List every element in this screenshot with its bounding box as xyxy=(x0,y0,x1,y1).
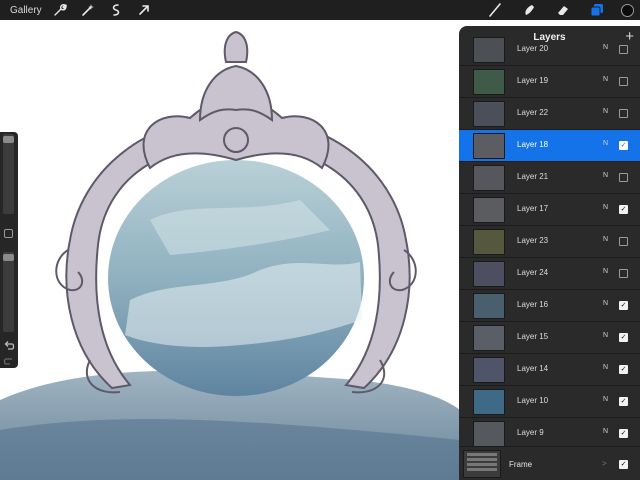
layer-blend-mode[interactable]: N xyxy=(603,396,608,403)
layer-blend-mode[interactable]: N xyxy=(603,268,608,275)
selection-icon[interactable] xyxy=(106,0,126,20)
layer-blend-mode[interactable]: N xyxy=(603,332,608,339)
layer-thumbnail xyxy=(473,389,505,415)
left-sidebar xyxy=(0,132,18,368)
layer-blend-mode[interactable]: N xyxy=(603,140,608,147)
chevron-right-icon[interactable]: > xyxy=(602,459,607,468)
layer-name: Layer 10 xyxy=(517,396,549,405)
layer-visibility-checkbox[interactable] xyxy=(619,77,628,86)
layers-panel: Layer 20 N Layer 19 N Layer 22 N Layer 18 N ✓ Lay… xyxy=(459,26,640,480)
layer-thumbnail xyxy=(473,165,505,191)
transform-icon[interactable] xyxy=(134,0,154,20)
layer-visibility-checkbox[interactable]: ✓ xyxy=(619,397,628,406)
layer-row[interactable]: Layer 24 N xyxy=(459,258,640,290)
layer-name: Layer 16 xyxy=(517,300,549,309)
layer-row[interactable]: Layer 14 N ✓ xyxy=(459,354,640,386)
layer-visibility-checkbox[interactable]: ✓ xyxy=(619,365,628,374)
layer-visibility-checkbox[interactable]: ✓ xyxy=(619,301,628,310)
brush-size-thumb[interactable] xyxy=(3,136,14,143)
layer-visibility-checkbox[interactable]: ✓ xyxy=(619,141,628,150)
layers-icon[interactable] xyxy=(587,0,607,20)
eraser-icon[interactable] xyxy=(553,0,573,20)
smudge-icon[interactable] xyxy=(519,0,539,20)
layer-visibility-checkbox[interactable]: ✓ xyxy=(619,205,628,214)
layer-name: Layer 14 xyxy=(517,364,549,373)
layer-group-frame[interactable]: Frame > ✓ xyxy=(459,446,640,480)
layer-thumbnail xyxy=(473,325,505,351)
layer-thumbnail xyxy=(473,133,505,159)
layer-name: Layer 15 xyxy=(517,332,549,341)
layer-row[interactable]: Layer 17 N ✓ xyxy=(459,194,640,226)
layer-row[interactable]: Layer 16 N ✓ xyxy=(459,290,640,322)
layer-blend-mode[interactable]: N xyxy=(603,44,608,51)
modify-button[interactable] xyxy=(4,229,13,238)
layer-name: Layer 24 xyxy=(517,268,549,277)
layer-blend-mode[interactable]: N xyxy=(603,236,608,243)
layer-list: Layer 20 N Layer 19 N Layer 22 N Layer 18 N ✓ Lay… xyxy=(459,34,640,450)
layer-row[interactable]: Layer 15 N ✓ xyxy=(459,322,640,354)
color-swatch[interactable] xyxy=(621,3,634,17)
layer-name: Layer 18 xyxy=(517,140,549,149)
layer-name: Layer 23 xyxy=(517,236,549,245)
layer-blend-mode[interactable]: N xyxy=(603,428,608,435)
layer-visibility-checkbox[interactable] xyxy=(619,45,628,54)
layer-thumbnail xyxy=(473,421,505,447)
layer-row[interactable]: Layer 23 N xyxy=(459,226,640,258)
frame-group-name: Frame xyxy=(509,460,533,469)
magic-wand-icon[interactable] xyxy=(78,0,98,20)
layer-thumbnail xyxy=(473,293,505,319)
layer-visibility-checkbox[interactable] xyxy=(619,173,628,182)
layer-visibility-checkbox[interactable]: ✓ xyxy=(619,333,628,342)
layer-thumbnail xyxy=(473,261,505,287)
layer-name: Layer 19 xyxy=(517,76,549,85)
layer-thumbnail xyxy=(473,101,505,127)
layer-row[interactable]: Layer 21 N xyxy=(459,162,640,194)
layer-thumbnail xyxy=(473,69,505,95)
redo-icon[interactable] xyxy=(3,356,15,366)
undo-icon[interactable] xyxy=(3,340,15,352)
layer-visibility-checkbox[interactable] xyxy=(619,237,628,246)
layer-thumbnail xyxy=(473,357,505,383)
brush-size-slider[interactable] xyxy=(3,134,14,214)
layer-row[interactable]: Layer 10 N ✓ xyxy=(459,386,640,418)
layer-blend-mode[interactable]: N xyxy=(603,108,608,115)
layer-visibility-checkbox[interactable]: ✓ xyxy=(619,429,628,438)
layer-thumbnail xyxy=(473,229,505,255)
layer-name: Layer 20 xyxy=(517,44,549,53)
layer-blend-mode[interactable]: N xyxy=(603,364,608,371)
gallery-button[interactable]: Gallery xyxy=(0,5,50,16)
frame-visibility-checkbox[interactable]: ✓ xyxy=(619,460,628,469)
brush-icon[interactable] xyxy=(485,0,505,20)
layer-blend-mode[interactable]: N xyxy=(603,300,608,307)
layer-visibility-checkbox[interactable] xyxy=(619,109,628,118)
layer-blend-mode[interactable]: N xyxy=(603,76,608,83)
layer-row[interactable]: Layer 19 N xyxy=(459,66,640,98)
top-toolbar: Gallery xyxy=(0,0,640,20)
layer-name: Layer 22 xyxy=(517,108,549,117)
layer-name: Layer 17 xyxy=(517,204,549,213)
brush-opacity-slider[interactable] xyxy=(3,252,14,332)
wrench-icon[interactable] xyxy=(50,0,70,20)
layer-visibility-checkbox[interactable] xyxy=(619,269,628,278)
layer-row[interactable]: Layer 22 N xyxy=(459,98,640,130)
brush-opacity-thumb[interactable] xyxy=(3,254,14,261)
layers-panel-title: Layers xyxy=(533,32,566,43)
layer-name: Layer 9 xyxy=(517,428,544,437)
layer-thumbnail xyxy=(473,197,505,223)
frame-thumbnail xyxy=(463,450,501,478)
layer-blend-mode[interactable]: N xyxy=(603,204,608,211)
add-layer-button[interactable]: + xyxy=(625,28,634,45)
layer-blend-mode[interactable]: N xyxy=(603,172,608,179)
layer-row[interactable]: Layer 18 N ✓ xyxy=(459,130,640,162)
layer-name: Layer 21 xyxy=(517,172,549,181)
